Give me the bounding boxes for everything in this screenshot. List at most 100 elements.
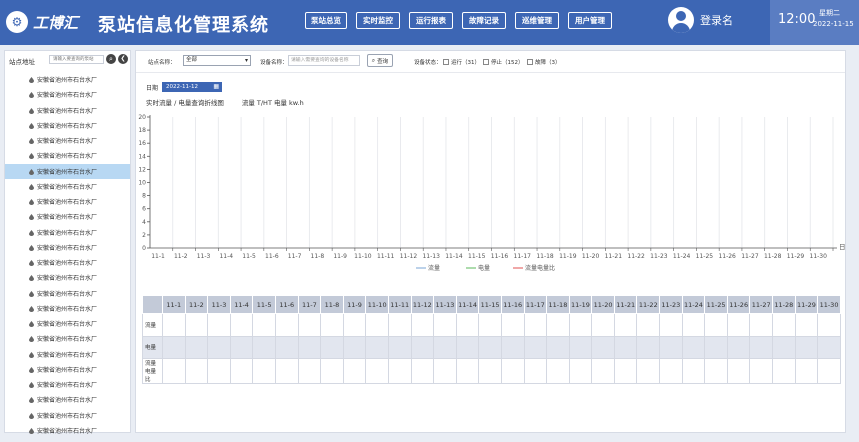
table-column-header: 11-13	[433, 295, 457, 314]
site-list-item[interactable]: 安徽省池州市石台水厂	[5, 408, 130, 423]
table-cell	[546, 313, 570, 337]
table-column-header: 11-26	[726, 295, 751, 314]
site-list-item-label: 安徽省池州市石台水厂	[37, 382, 98, 390]
site-list-item[interactable]: 安徽省池州市石台水厂	[5, 133, 130, 148]
nav-fault-records[interactable]: 故障记录	[462, 12, 506, 29]
nav-operation-report[interactable]: 运行报表	[409, 12, 453, 29]
status-running-checkbox[interactable]: 运行（31）	[443, 58, 480, 66]
table-cell	[591, 335, 615, 359]
table-column-header: 11-15	[478, 295, 502, 314]
x-tick-label: 11-17	[514, 253, 532, 260]
site-list-item[interactable]: 安徽省池州市石台水厂	[5, 331, 130, 346]
query-button[interactable]: ⌕ 查询	[367, 54, 393, 67]
site-list-item[interactable]: 安徽省池州市石台水厂	[5, 103, 130, 118]
site-list-item[interactable]: 安徽省池州市石台水厂	[5, 423, 130, 438]
site-list-item[interactable]: 安徽省池州市石台水厂	[5, 392, 130, 407]
site-search-input[interactable]	[49, 55, 104, 64]
back-arrow-icon[interactable]: ❮	[118, 54, 128, 64]
table-column-header: 11-19	[568, 295, 593, 314]
site-list-item[interactable]: 安徽省池州市石台水厂	[5, 316, 130, 331]
water-drop-icon	[29, 305, 34, 312]
station-select[interactable]: 全部 ▾	[183, 55, 251, 66]
table-cell	[478, 335, 502, 359]
table-cell	[455, 335, 480, 359]
site-list-item[interactable]: 安徽省池州市石台水厂	[5, 194, 130, 209]
nav-maintenance[interactable]: 巡维管理	[515, 12, 559, 29]
table-column-header: 11-18	[546, 295, 570, 314]
table-cell	[207, 313, 231, 337]
table-cell	[320, 358, 344, 384]
site-list-item-label: 安徽省池州市石台水厂	[37, 412, 98, 420]
site-list-item[interactable]: 安徽省池州市石台水厂	[5, 286, 130, 301]
table-cell	[162, 358, 186, 384]
table-cell	[794, 313, 819, 337]
water-drop-icon	[29, 168, 34, 175]
table-cell	[184, 358, 209, 384]
site-address-label: 站点地址	[9, 58, 35, 66]
site-list-item[interactable]: 安徽省池州市石台水厂	[5, 270, 130, 285]
table-cell	[274, 358, 299, 384]
user-avatar-icon[interactable]	[668, 7, 694, 33]
legend-label: 流量电量比	[525, 264, 555, 272]
site-list-item[interactable]: 安徽省池州市石台水厂	[5, 225, 130, 240]
nav-station-overview[interactable]: 泵站总览	[305, 12, 347, 29]
chart-units: 流量 T/HT 电量 kw.h	[241, 99, 304, 107]
status-fault-checkbox[interactable]: 故障（3）	[527, 58, 561, 66]
table-column-header: 11-7	[297, 295, 322, 314]
x-tick-label: 11-28	[764, 253, 782, 260]
table-column-header: 11-20	[591, 295, 615, 314]
x-tick-label: 11-26	[718, 253, 736, 260]
x-tick-label: 11-23	[650, 253, 668, 260]
x-tick-label: 11-2	[174, 253, 188, 260]
site-list-item[interactable]: 安徽省池州市石台水厂	[5, 118, 130, 133]
water-drop-icon	[29, 229, 34, 236]
table-cell	[659, 335, 683, 359]
site-list-item[interactable]: 安徽省池州市石台水厂	[5, 87, 130, 102]
site-list-item[interactable]: 安徽省池州市石台水厂	[5, 163, 130, 179]
water-drop-icon	[29, 153, 34, 160]
site-list-item[interactable]: 安徽省池州市石台水厂	[5, 179, 130, 194]
table-cell	[568, 358, 593, 384]
site-list-item[interactable]: 安徽省池州市石台水厂	[5, 301, 130, 316]
status-stopped-label: 停止（152）	[491, 60, 524, 66]
table-cell	[229, 313, 254, 337]
nav-realtime-monitor[interactable]: 实时监控	[356, 12, 400, 29]
table-cell	[681, 335, 706, 359]
table-cell	[523, 358, 548, 384]
table-cell	[568, 313, 593, 337]
login-label[interactable]: 登录名	[700, 12, 733, 28]
site-list-item-label: 安徽省池州市石台水厂	[37, 244, 98, 252]
date-picker[interactable]: 2022-11-12 ▦	[162, 82, 223, 92]
table-cell	[726, 335, 751, 359]
device-search-input[interactable]: 请输入需要查询的设备名称	[288, 55, 360, 66]
table-cell	[704, 313, 728, 337]
site-list-item[interactable]: 安徽省池州市石台水厂	[5, 72, 130, 87]
table-cell	[162, 313, 186, 337]
table-cell	[546, 358, 570, 384]
status-stopped-checkbox[interactable]: 停止（152）	[483, 58, 524, 66]
site-list-item[interactable]: 安徽省池州市石台水厂	[5, 377, 130, 392]
site-list-item-label: 安徽省池州市石台水厂	[37, 229, 98, 237]
table-body: 流量 电量 流量电量比	[142, 313, 841, 384]
site-list-item-label: 安徽省池州市石台水厂	[37, 122, 98, 130]
table-cell	[433, 313, 457, 337]
user-area[interactable]: 登录名	[668, 7, 733, 33]
site-list-item[interactable]: 安徽省池州市石台水厂	[5, 347, 130, 362]
water-drop-icon	[29, 107, 34, 114]
site-list-item[interactable]: 安徽省池州市石台水厂	[5, 148, 130, 163]
site-list-item-label: 安徽省池州市石台水厂	[37, 305, 98, 313]
site-list-item[interactable]: 安徽省池州市石台水厂	[5, 209, 130, 224]
table-column-header: 11-16	[500, 295, 525, 314]
x-tick-label: 11-14	[445, 253, 463, 260]
logo: ⚙ 工博汇	[6, 8, 78, 36]
site-list: 安徽省池州市石台水厂 安徽省池州市石台水厂 安徽省池州市石台水厂 安徽省池州市石台水厂…	[5, 72, 130, 438]
site-list-item[interactable]: 安徽省池州市石台水厂	[5, 362, 130, 377]
water-drop-icon	[29, 92, 34, 99]
site-list-item[interactable]: 安徽省池州市石台水厂	[5, 255, 130, 270]
nav-user-management[interactable]: 用户管理	[568, 12, 612, 29]
x-tick-label: 11-18	[536, 253, 554, 260]
site-list-item[interactable]: 安徽省池州市石台水厂	[5, 240, 130, 255]
chart-svg: 0 2 4 6 8 10 12 14 16 18 20 11-1 11-2 11-3 11-4 11-5 11-…	[138, 114, 845, 272]
chevron-down-icon: ▾	[244, 57, 248, 64]
search-icon[interactable]: ⌕	[106, 54, 116, 64]
